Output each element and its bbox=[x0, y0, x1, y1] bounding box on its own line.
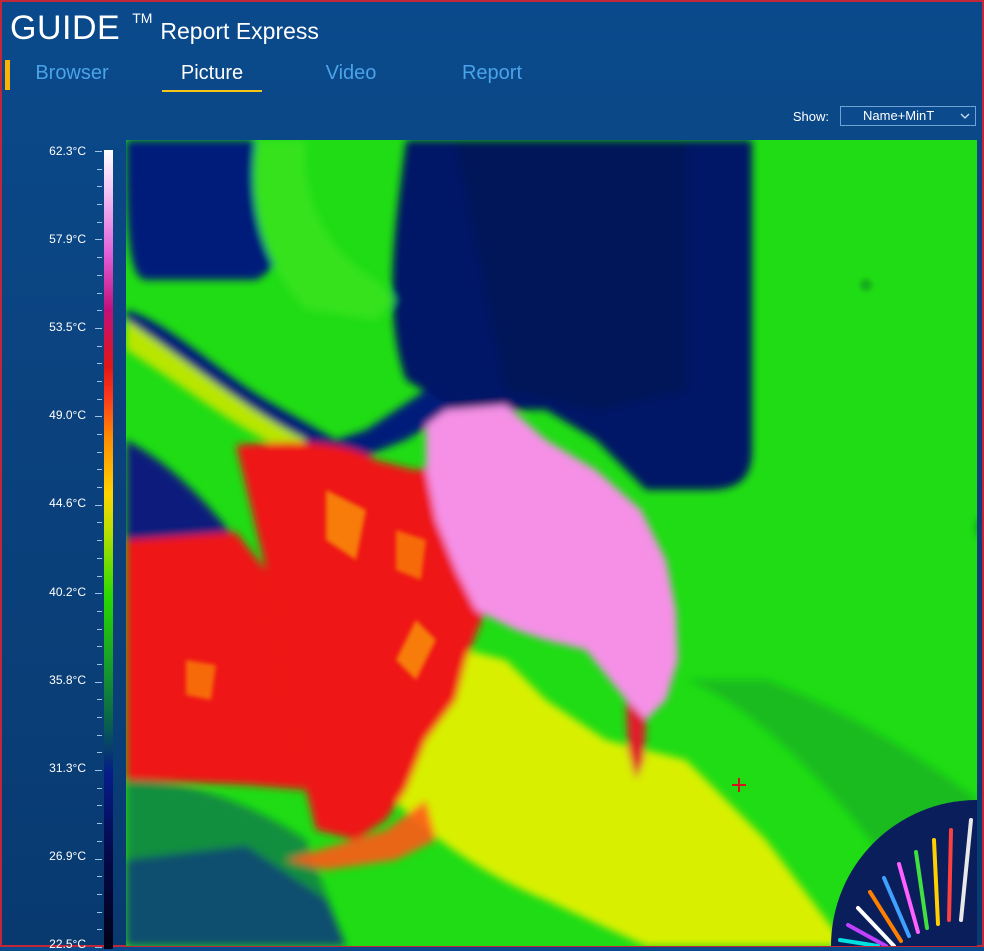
scale-tick bbox=[97, 752, 102, 754]
show-control: Show: Name+MinT bbox=[793, 106, 976, 126]
scale-tick bbox=[97, 557, 102, 559]
tab-picture[interactable]: Picture bbox=[162, 60, 262, 92]
scale-label: 49.0°C bbox=[49, 408, 86, 422]
scale-label: 44.6°C bbox=[49, 496, 86, 510]
show-select-value: Name+MinT bbox=[863, 108, 935, 123]
scale-tick bbox=[95, 593, 102, 595]
scale-tick bbox=[97, 345, 102, 347]
scale-tick bbox=[97, 646, 102, 648]
scale-tick bbox=[97, 487, 102, 489]
tab-marker bbox=[5, 60, 10, 90]
scale-tick bbox=[95, 416, 102, 418]
scale-tick bbox=[97, 929, 102, 931]
scale-tick bbox=[95, 770, 102, 772]
scale-label: 40.2°C bbox=[49, 585, 86, 599]
scale-tick bbox=[97, 469, 102, 471]
scale-tick bbox=[95, 239, 102, 241]
brand-logo: GUIDE bbox=[10, 9, 121, 47]
scale-label: 57.9°C bbox=[49, 232, 86, 246]
scale-tick bbox=[97, 540, 102, 542]
scale-tick bbox=[95, 151, 102, 152]
scale-tick bbox=[97, 451, 102, 453]
scale-tick bbox=[97, 805, 102, 807]
temperature-scale: 62.3°C 57.9°C 53.5°C 49.0°C 44.6°C 40.2°… bbox=[8, 142, 120, 951]
scale-tick bbox=[97, 186, 102, 188]
scale-tick bbox=[97, 292, 102, 294]
scale-tick bbox=[97, 717, 102, 719]
product-name: Report Express bbox=[160, 18, 319, 44]
show-label: Show: bbox=[792, 108, 829, 124]
crosshair-icon bbox=[732, 778, 746, 792]
scale-label: 35.8°C bbox=[49, 673, 86, 687]
scale-tick bbox=[97, 575, 102, 577]
scale-tick bbox=[97, 310, 102, 312]
scale-tick bbox=[97, 204, 102, 206]
scale-tick bbox=[97, 363, 102, 365]
scale-tick bbox=[97, 840, 102, 842]
thermal-image[interactable] bbox=[126, 140, 977, 946]
thermal-image-render bbox=[126, 140, 977, 946]
scale-label: 53.5°C bbox=[49, 320, 86, 334]
scale-tick bbox=[97, 221, 102, 223]
main-tabs: Browser Picture Video Report bbox=[2, 56, 602, 92]
scale-tick bbox=[97, 380, 102, 382]
color-scale-bar bbox=[104, 150, 113, 949]
scale-label: 31.3°C bbox=[49, 761, 86, 775]
scale-tick bbox=[97, 893, 102, 895]
tab-browser[interactable]: Browser bbox=[34, 60, 110, 92]
scale-tick bbox=[97, 434, 102, 436]
scale-label-max: 62.3°C bbox=[49, 144, 86, 158]
scale-label: 26.9°C bbox=[49, 849, 86, 863]
scale-tick bbox=[97, 663, 102, 665]
scale-tick bbox=[97, 911, 102, 913]
scale-tick bbox=[97, 699, 102, 701]
scale-tick bbox=[97, 522, 102, 524]
scale-label-min: 22.5°C bbox=[49, 937, 86, 951]
scale-tick bbox=[97, 610, 102, 612]
chevron-down-icon[interactable] bbox=[959, 110, 971, 122]
trademark-mark: TM bbox=[132, 10, 153, 26]
scale-tick bbox=[97, 823, 102, 825]
scale-tick bbox=[97, 274, 102, 276]
tab-report[interactable]: Report bbox=[458, 60, 526, 92]
scale-tick bbox=[95, 504, 102, 506]
scale-tick bbox=[97, 734, 102, 736]
scale-tick bbox=[97, 628, 102, 630]
show-select[interactable]: Name+MinT bbox=[840, 106, 976, 126]
scale-tick bbox=[95, 858, 102, 860]
scale-tick bbox=[97, 168, 102, 170]
scale-tick bbox=[97, 876, 102, 878]
scale-tick bbox=[95, 681, 102, 683]
scale-tick bbox=[97, 398, 102, 400]
tab-video[interactable]: Video bbox=[322, 60, 380, 92]
scale-tick bbox=[95, 327, 102, 329]
scale-tick bbox=[95, 947, 102, 948]
title-bar: GUIDE TM Report Express bbox=[10, 6, 319, 50]
scale-tick bbox=[97, 787, 102, 789]
scale-tick bbox=[97, 257, 102, 259]
